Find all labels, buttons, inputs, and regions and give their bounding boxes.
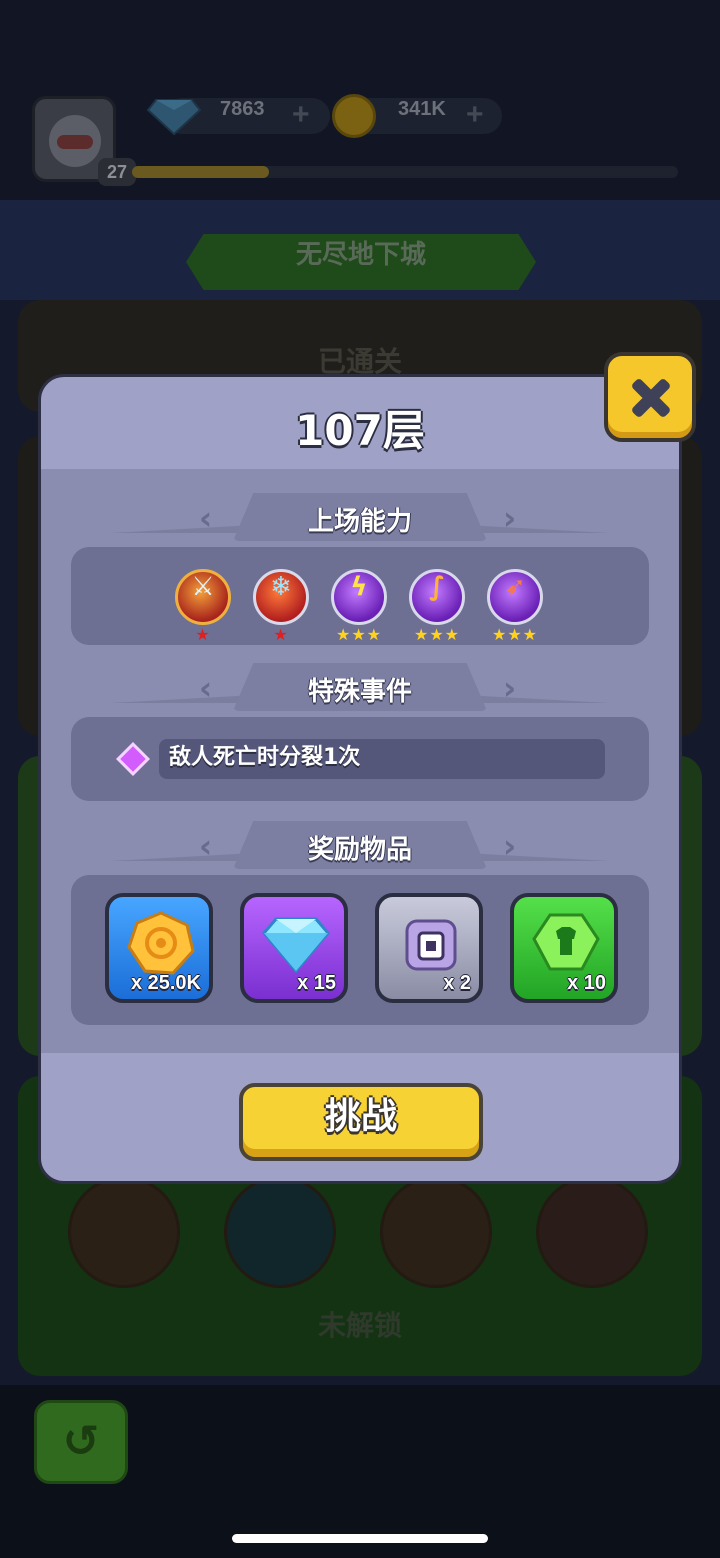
event-text: 敌人死亡时分裂1次 xyxy=(169,745,361,770)
add-gems-button[interactable]: + xyxy=(292,98,310,134)
reward-gold-coins[interactable]: x 25.0K xyxy=(105,893,213,1003)
abilities-panel: ⚔ ★ ❄ ★ ϟ ★★★ ∫ ★★★ ➶ ★★★ xyxy=(71,547,649,645)
events-panel: 敌人死亡时分裂1次 xyxy=(71,717,649,801)
event-row: 敌人死亡时分裂1次 xyxy=(159,739,605,779)
home-indicator[interactable] xyxy=(232,1534,488,1543)
events-heading: 特殊事件 xyxy=(307,677,412,707)
floor-title: 107层 xyxy=(295,406,425,455)
rewards-heading: 奖励物品 xyxy=(307,835,412,865)
skull-icon xyxy=(68,1176,180,1288)
close-button[interactable] xyxy=(604,352,696,442)
abilities-header: ‹ › 上场能力 xyxy=(41,493,679,545)
rewards-panel: x 25.0K x 15 x 2 x 10 xyxy=(71,875,649,1025)
reward-armor-gem[interactable]: x 10 xyxy=(510,893,618,1003)
purple-gem-icon xyxy=(116,742,150,776)
locked-label: 未解锁 xyxy=(317,1309,402,1342)
xp-progress-fill xyxy=(132,166,269,178)
ice-crystal-icon[interactable]: ❄ xyxy=(253,569,309,625)
ability-stars: ★★★ xyxy=(413,625,461,644)
challenge-button[interactable]: 挑战 xyxy=(239,1083,483,1161)
challenge-button-label: 挑战 xyxy=(324,1096,397,1137)
back-button[interactable]: ↺ xyxy=(34,1400,128,1484)
coins-value: 341K xyxy=(398,98,446,120)
ability-stars: ★ xyxy=(273,625,289,644)
reward-equipment-scroll[interactable]: x 2 xyxy=(375,893,483,1003)
reward-quantity: x 2 xyxy=(443,972,471,994)
reward-quantity: x 25.0K xyxy=(130,972,201,994)
skull-icon xyxy=(380,1176,492,1288)
player-level-badge: 27 xyxy=(98,158,136,186)
lightning-icon[interactable]: ϟ xyxy=(331,569,387,625)
avatar-face-icon xyxy=(49,115,101,167)
rewards-header: ‹ › 奖励物品 xyxy=(41,821,679,873)
events-header: ‹ › 特殊事件 xyxy=(41,663,679,715)
rocket-icon[interactable]: ➶ xyxy=(487,569,543,625)
ability-stars: ★ xyxy=(195,625,211,644)
skull-icon xyxy=(536,1176,648,1288)
ability-stars: ★★★ xyxy=(335,625,383,644)
gems-value: 7863 xyxy=(220,98,265,120)
skull-icon xyxy=(224,1176,336,1288)
gold-coin-icon xyxy=(332,94,376,138)
staff-icon[interactable]: ∫ xyxy=(409,569,465,625)
abilities-heading: 上场能力 xyxy=(307,507,412,537)
diamond-icon xyxy=(262,917,330,974)
reward-quantity: x 10 xyxy=(567,972,606,994)
floor-detail-dialog: 107层 ‹ › 上场能力 ⚔ ★ ❄ ★ ϟ ★★★ ∫ ★★★ ➶ ★★★ … xyxy=(38,374,682,1184)
equipment-scroll-icon xyxy=(405,919,457,971)
mode-title-banner: 无尽地下城 xyxy=(186,234,536,290)
reward-quantity: x 15 xyxy=(297,972,336,994)
sword-icon[interactable]: ⚔ xyxy=(175,569,231,625)
diamond-icon xyxy=(146,99,202,136)
armor-gem-icon xyxy=(532,913,600,971)
gold-coin-icon xyxy=(127,911,195,975)
add-coins-button[interactable]: + xyxy=(466,98,484,134)
reward-diamonds[interactable]: x 15 xyxy=(240,893,348,1003)
xp-progress-bar xyxy=(132,166,678,178)
ability-stars: ★★★ xyxy=(491,625,539,644)
return-arrow-icon: ↺ xyxy=(62,1416,100,1467)
mode-title: 无尽地下城 xyxy=(295,240,426,270)
